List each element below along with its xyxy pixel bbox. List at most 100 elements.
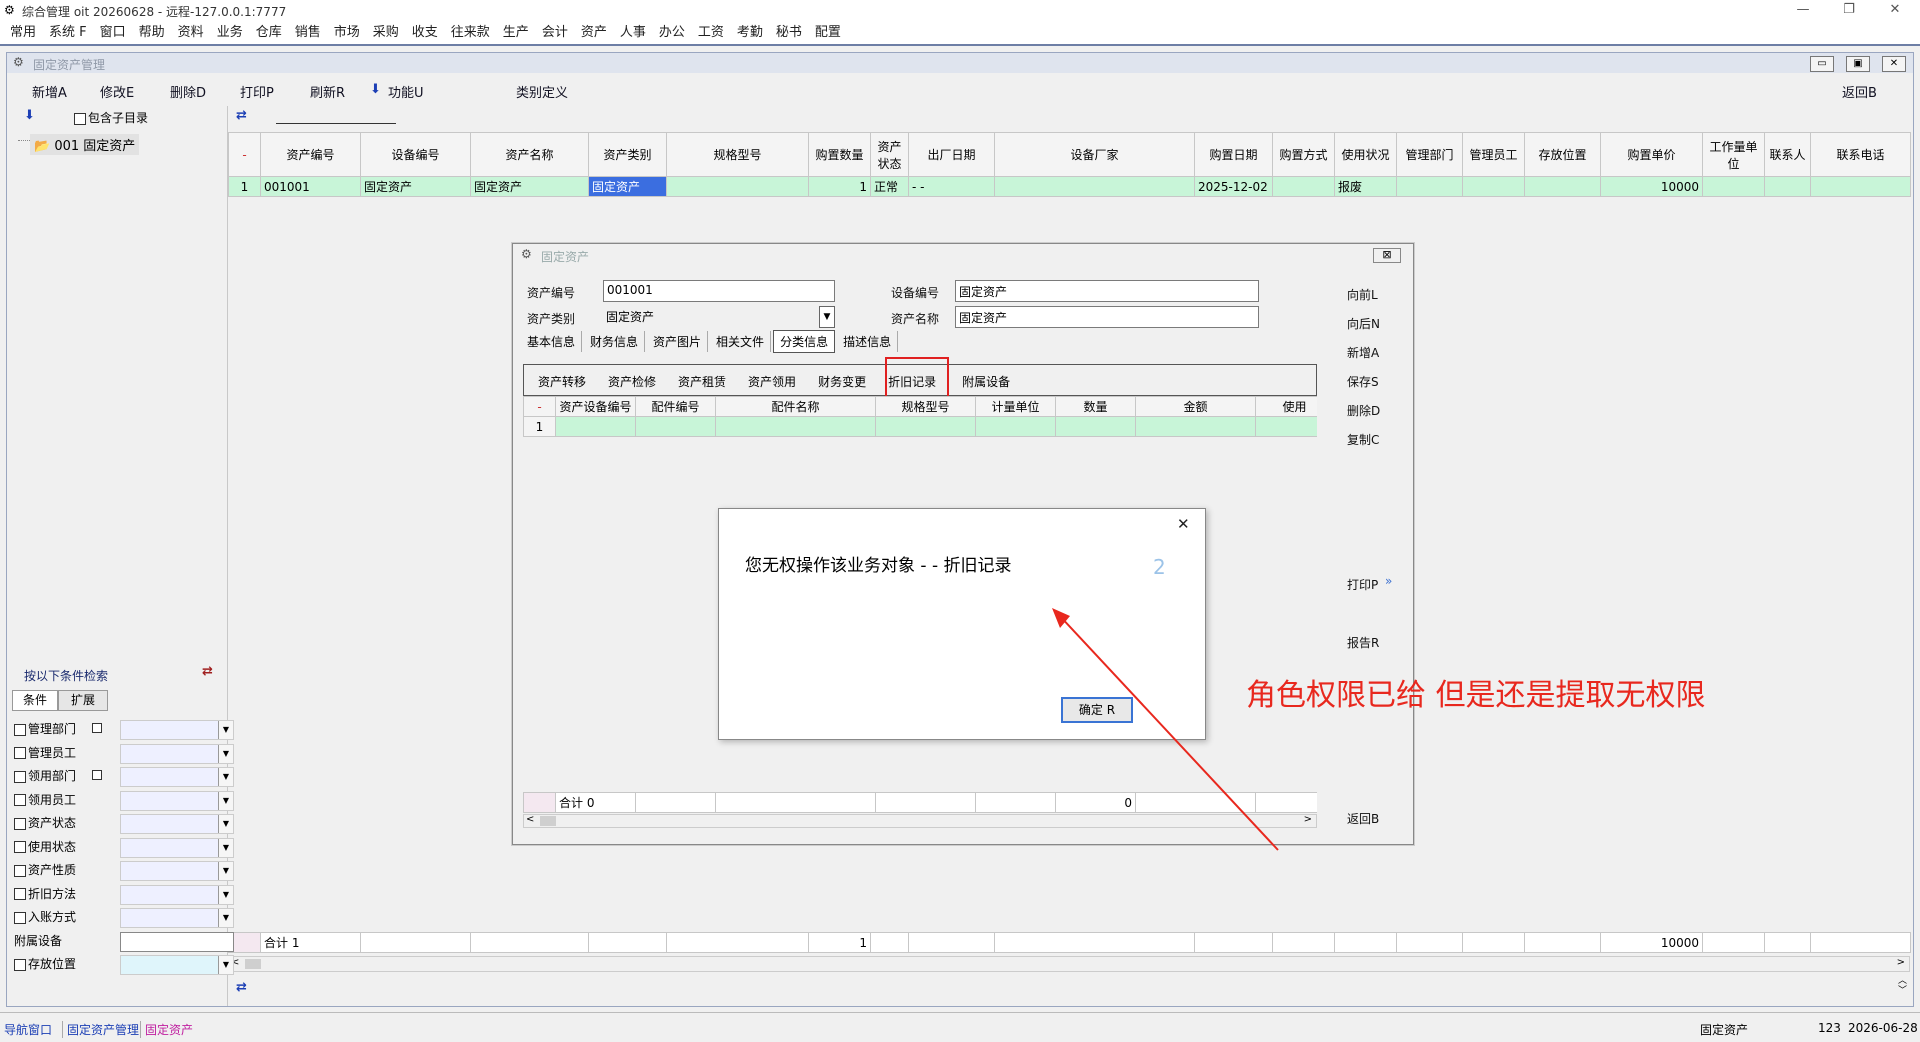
column-header[interactable]: 联系人 — [1764, 132, 1811, 177]
menu-item[interactable]: 办公 — [659, 22, 685, 44]
subgrid-cell[interactable] — [555, 416, 636, 437]
chevron-down-icon[interactable]: ▼ — [218, 791, 233, 810]
condition-combo[interactable]: ▼ — [120, 767, 234, 787]
condition-checkbox[interactable] — [14, 770, 26, 783]
subgrid-cell[interactable] — [1135, 416, 1256, 437]
chevron-down-icon[interactable]: ▼ — [218, 744, 233, 763]
subtab[interactable]: 资产检修 — [608, 373, 656, 390]
column-header[interactable]: 出厂日期 — [908, 132, 995, 177]
subgrid-header[interactable]: 资产设备编号 — [555, 396, 636, 417]
dialog-report-button[interactable]: 报告R — [1347, 634, 1379, 651]
condition-checkbox[interactable] — [14, 911, 26, 924]
subgrid-cell[interactable]: 1 — [523, 416, 556, 437]
child-minimize-button[interactable]: ▭ — [1810, 56, 1834, 72]
subgrid-cell[interactable] — [715, 416, 876, 437]
chevron-down-icon[interactable]: ▼ — [218, 885, 233, 904]
condition-checkbox[interactable] — [14, 864, 26, 877]
status-tab-asset[interactable]: 固定资产 — [140, 1021, 193, 1038]
dialog-close-button[interactable]: ⊠ — [1373, 248, 1401, 263]
chevron-down-icon[interactable]: ▼ — [218, 956, 233, 974]
menu-item[interactable]: 考勤 — [737, 22, 763, 44]
column-header[interactable]: 购置数量 — [808, 132, 871, 177]
menu-item[interactable]: 窗口 — [100, 22, 126, 44]
menu-item[interactable]: 工资 — [698, 22, 724, 44]
scroll-left-icon[interactable]: < — [526, 814, 534, 825]
scroll-right-icon[interactable]: > — [1897, 957, 1905, 968]
subtab[interactable]: 财务变更 — [818, 373, 866, 390]
column-header[interactable]: 存放位置 — [1524, 132, 1601, 177]
chevron-down-icon[interactable]: ▼ — [218, 815, 233, 833]
dialog-tab[interactable]: 基本信息 — [521, 331, 583, 352]
chevron-down-icon[interactable]: ▼ — [218, 862, 233, 880]
menu-item[interactable]: 资料 — [178, 22, 204, 44]
device-no-field[interactable]: 固定资产 — [955, 280, 1259, 302]
condition-combo[interactable]: ▼ — [120, 790, 234, 811]
condition-combo[interactable] — [120, 931, 234, 952]
condition-combo[interactable]: ▼ — [120, 814, 234, 834]
menu-item[interactable]: 人事 — [620, 22, 646, 44]
add-button[interactable]: 新增A — [32, 82, 67, 101]
column-header[interactable]: 联系电话 — [1810, 132, 1911, 177]
condition-combo[interactable]: ▼ — [120, 720, 234, 740]
grid-cell[interactable] — [1524, 176, 1601, 197]
chevron-down-icon[interactable]: ▼ — [218, 909, 233, 927]
dialog-save-button[interactable]: 保存S — [1347, 373, 1379, 390]
column-header[interactable]: 管理员工 — [1462, 132, 1525, 177]
child-close-button[interactable]: ✕ — [1882, 56, 1906, 72]
message-close-button[interactable]: ✕ — [1177, 515, 1190, 533]
grid-cell[interactable] — [1462, 176, 1525, 197]
status-nav-tab[interactable]: 导航窗口 — [4, 1021, 52, 1038]
column-header[interactable]: 资产编号 — [260, 132, 361, 177]
chevron-down-icon[interactable]: ▼ — [218, 721, 233, 739]
menu-item[interactable]: 配置 — [815, 22, 841, 44]
subgrid-header[interactable]: 数量 — [1055, 396, 1136, 417]
dialog-return-button[interactable]: 返回B — [1347, 810, 1379, 827]
subtab[interactable]: 资产租赁 — [678, 373, 726, 390]
grid-cell[interactable]: 固定资产 — [588, 176, 667, 197]
grid-cell[interactable] — [1396, 176, 1463, 197]
dialog-tab[interactable]: 分类信息 — [773, 330, 836, 353]
condition-checkbox[interactable] — [14, 958, 26, 971]
grid-cell[interactable] — [994, 176, 1195, 197]
scroll-thumb[interactable] — [245, 959, 261, 969]
condition-combo[interactable]: ▼ — [120, 861, 234, 881]
column-header[interactable]: 购置方式 — [1272, 132, 1335, 177]
menu-item[interactable]: 市场 — [334, 22, 360, 44]
grid-cell[interactable] — [666, 176, 809, 197]
tab-extend[interactable]: 扩展 — [58, 690, 108, 711]
menu-item[interactable]: 仓库 — [256, 22, 282, 44]
column-header[interactable]: 规格型号 — [666, 132, 809, 177]
horizontal-scrollbar[interactable]: < > — [228, 956, 1910, 972]
menu-item[interactable]: 往来款 — [451, 22, 490, 44]
dialog-tab[interactable]: 财务信息 — [584, 331, 646, 352]
condition-checkbox[interactable] — [14, 723, 26, 736]
menu-item[interactable]: 帮助 — [139, 22, 165, 44]
subgrid-header[interactable]: 使用 — [1255, 396, 1317, 417]
grid-cell[interactable]: 正常 — [870, 176, 909, 197]
chevron-down-icon[interactable]: ▼ — [218, 768, 233, 786]
menu-item[interactable]: 会计 — [542, 22, 568, 44]
grid-cell[interactable]: 报废 — [1334, 176, 1397, 197]
refresh-button[interactable]: 刷新R — [310, 82, 345, 101]
condition-combo[interactable]: ▼ — [120, 884, 234, 905]
subgrid-cell[interactable] — [875, 416, 976, 437]
subtab[interactable]: 资产转移 — [538, 373, 586, 390]
menu-item[interactable]: 资产 — [581, 22, 607, 44]
column-header[interactable]: 设备厂家 — [994, 132, 1195, 177]
column-header[interactable]: 工作量单位 — [1702, 132, 1765, 177]
subgrid-header[interactable]: 计量单位 — [975, 396, 1056, 417]
column-header[interactable]: - — [228, 132, 261, 177]
status-tab-asset-mgmt[interactable]: 固定资产管理 — [62, 1021, 139, 1038]
category-define-button[interactable]: 类别定义 — [516, 82, 568, 101]
subgrid-header[interactable]: 金额 — [1135, 396, 1256, 417]
child-maximize-button[interactable]: ▣ — [1846, 56, 1870, 72]
dialog-copy-button[interactable]: 复制C — [1347, 431, 1379, 448]
grid-cell[interactable]: 1 — [228, 176, 261, 197]
tree-item-fixed-asset[interactable]: 📂 001 固定资产 — [30, 134, 140, 155]
grid-cell[interactable]: 固定资产 — [470, 176, 589, 197]
swap-icon[interactable]: ⇄ — [236, 980, 247, 995]
column-header[interactable]: 资产类别 — [588, 132, 667, 177]
subgrid-header[interactable]: 配件名称 — [715, 396, 876, 417]
swap-icon[interactable]: ⇄ — [202, 664, 213, 679]
subgrid-cell[interactable] — [975, 416, 1056, 437]
